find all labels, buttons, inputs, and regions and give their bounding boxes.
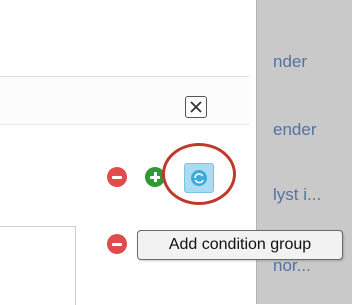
- side-panel-link[interactable]: lyst i...: [273, 185, 321, 205]
- side-panel-link[interactable]: ender: [273, 120, 316, 140]
- side-panel-link[interactable]: nder: [273, 52, 307, 72]
- condition-input[interactable]: [0, 226, 76, 305]
- highlight-ring: [162, 143, 236, 205]
- dialog-header: [0, 76, 249, 125]
- remove-condition-button[interactable]: [107, 234, 127, 254]
- remove-condition-button[interactable]: [107, 167, 127, 187]
- close-icon: [190, 101, 202, 113]
- close-button[interactable]: [185, 96, 207, 118]
- tooltip: Add condition group: [137, 230, 343, 260]
